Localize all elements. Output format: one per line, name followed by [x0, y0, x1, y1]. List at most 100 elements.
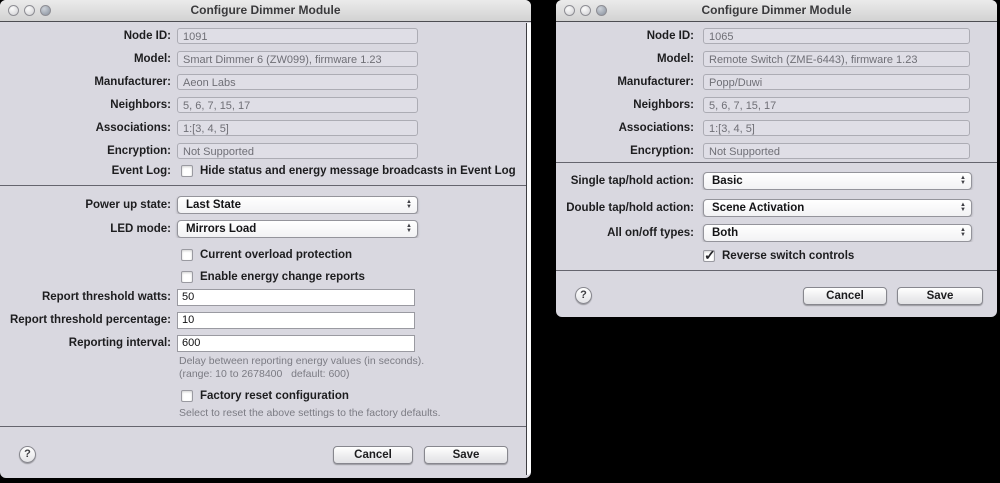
encryption-label: Encryption: [107, 144, 171, 157]
model-label: Model: [656, 52, 694, 65]
neighbors-label: Neighbors: [110, 98, 171, 111]
associations-value: 1:[3, 4, 5] [703, 119, 970, 136]
encryption-row: Encryption: Not Supported [0, 142, 531, 159]
reverse-switch-checkbox[interactable] [703, 248, 716, 263]
power-up-state-value: Last State [186, 199, 241, 211]
node-id-value: 1091 [177, 27, 418, 44]
threshold-watts-label: Report threshold watts: [41, 291, 171, 303]
factory-reset-checkbox[interactable] [181, 389, 193, 402]
model-row: Model: Smart Dimmer 6 (ZW099), firmware … [0, 50, 531, 67]
neighbors-label: Neighbors: [633, 98, 694, 111]
all-on-off-label: All on/off types: [607, 227, 694, 239]
threshold-watts-input[interactable] [177, 288, 415, 306]
event-log-row: Event Log: Hide status and energy messag… [0, 163, 531, 179]
threshold-percentage-label: Report threshold percentage: [9, 314, 171, 326]
close-window-icon[interactable] [8, 5, 19, 16]
cancel-button[interactable]: Cancel [333, 446, 413, 464]
single-tap-label: Single tap/hold action: [570, 175, 694, 187]
double-tap-value: Scene Activation [712, 202, 805, 214]
led-mode-popup[interactable]: Mirrors Load ▲ ▼ [177, 220, 418, 238]
popup-arrows-icon: ▲ ▼ [960, 202, 966, 213]
threshold-watts-row: Report threshold watts: [0, 288, 531, 306]
led-mode-value: Mirrors Load [186, 223, 257, 235]
node-id-row: Node ID: 1065 [556, 27, 997, 44]
manufacturer-label: Manufacturer: [94, 75, 171, 88]
zoom-window-icon[interactable] [596, 5, 607, 16]
energy-reports-checkbox[interactable] [181, 270, 193, 283]
window-title: Configure Dimmer Module [190, 3, 341, 17]
reporting-interval-input[interactable] [177, 334, 415, 352]
help-button[interactable]: ? [19, 446, 36, 463]
single-tap-popup[interactable]: Basic ▲ ▼ [703, 172, 972, 190]
minimize-window-icon[interactable] [24, 5, 35, 16]
associations-row: Associations: 1:[3, 4, 5] [556, 119, 997, 136]
window-controls [564, 5, 607, 16]
power-up-state-row: Power up state: Last State ▲ ▼ [0, 196, 531, 214]
encryption-row: Encryption: Not Supported [556, 142, 997, 159]
factory-reset-label: Factory reset configuration [200, 389, 349, 402]
manufacturer-value: Aeon Labs [177, 73, 418, 90]
threshold-percentage-row: Report threshold percentage: [0, 311, 531, 329]
model-value: Remote Switch (ZME-6443), firmware 1.23 [703, 50, 970, 67]
window-title: Configure Dimmer Module [701, 3, 852, 17]
minimize-window-icon[interactable] [580, 5, 591, 16]
associations-label: Associations: [95, 121, 171, 134]
factory-reset-help: Select to reset the above settings to th… [179, 407, 441, 419]
save-button[interactable]: Save [424, 446, 508, 464]
model-row: Model: Remote Switch (ZME-6443), firmwar… [556, 50, 997, 67]
threshold-percentage-input[interactable] [177, 311, 415, 329]
separator [556, 162, 997, 163]
manufacturer-row: Manufacturer: Popp/Duwi [556, 73, 997, 90]
encryption-value: Not Supported [703, 142, 970, 159]
node-id-row: Node ID: 1091 [0, 27, 531, 44]
associations-label: Associations: [618, 121, 694, 134]
scrollbar-track[interactable] [526, 23, 531, 475]
popup-arrows-icon: ▲ ▼ [406, 223, 412, 234]
led-mode-label: LED mode: [110, 223, 171, 235]
popup-arrows-icon: ▲ ▼ [960, 227, 966, 238]
titlebar: Configure Dimmer Module [0, 0, 531, 22]
neighbors-row: Neighbors: 5, 6, 7, 15, 17 [556, 96, 997, 113]
associations-value: 1:[3, 4, 5] [177, 119, 418, 136]
popup-arrows-icon: ▲ ▼ [406, 199, 412, 210]
titlebar: Configure Dimmer Module [556, 0, 997, 22]
neighbors-row: Neighbors: 5, 6, 7, 15, 17 [0, 96, 531, 113]
model-label: Model: [133, 52, 171, 65]
reporting-interval-row: Reporting interval: [0, 334, 531, 352]
neighbors-value: 5, 6, 7, 15, 17 [703, 96, 970, 113]
save-button[interactable]: Save [897, 287, 983, 305]
associations-row: Associations: 1:[3, 4, 5] [0, 119, 531, 136]
manufacturer-row: Manufacturer: Aeon Labs [0, 73, 531, 90]
overload-protection-row: Current overload protection [181, 247, 531, 262]
event-log-checkbox-label: Hide status and energy message broadcast… [200, 165, 516, 177]
all-on-off-popup[interactable]: Both ▲ ▼ [703, 224, 972, 242]
reverse-switch-row: Reverse switch controls [703, 248, 997, 263]
cancel-button[interactable]: Cancel [803, 287, 887, 305]
encryption-value: Not Supported [177, 142, 418, 159]
led-mode-row: LED mode: Mirrors Load ▲ ▼ [0, 220, 531, 238]
all-on-off-value: Both [712, 227, 739, 239]
separator [0, 185, 531, 186]
double-tap-label: Double tap/hold action: [566, 202, 694, 214]
overload-protection-checkbox[interactable] [181, 248, 193, 261]
model-value: Smart Dimmer 6 (ZW099), firmware 1.23 [177, 50, 418, 67]
double-tap-popup[interactable]: Scene Activation ▲ ▼ [703, 199, 972, 217]
zoom-window-icon[interactable] [40, 5, 51, 16]
close-window-icon[interactable] [564, 5, 575, 16]
node-id-value: 1065 [703, 27, 970, 44]
overload-protection-label: Current overload protection [200, 248, 353, 261]
separator [556, 270, 997, 271]
popup-arrows-icon: ▲ ▼ [960, 175, 966, 186]
separator [0, 426, 531, 427]
double-tap-row: Double tap/hold action: Scene Activation… [556, 199, 997, 217]
manufacturer-value: Popp/Duwi [703, 73, 970, 90]
power-up-state-popup[interactable]: Last State ▲ ▼ [177, 196, 418, 214]
event-log-checkbox[interactable] [181, 165, 193, 177]
configure-dimmer-window-left: Configure Dimmer Module Node ID: 1091 Mo… [0, 0, 531, 478]
interval-help-line2: (range: 10 to 2678400 default: 600) [179, 368, 350, 380]
help-button[interactable]: ? [575, 287, 592, 304]
interval-help-line1: Delay between reporting energy values (i… [179, 355, 425, 367]
energy-reports-label: Enable energy change reports [200, 270, 365, 283]
power-up-state-label: Power up state: [85, 199, 171, 211]
factory-reset-row: Factory reset configuration [181, 388, 531, 403]
